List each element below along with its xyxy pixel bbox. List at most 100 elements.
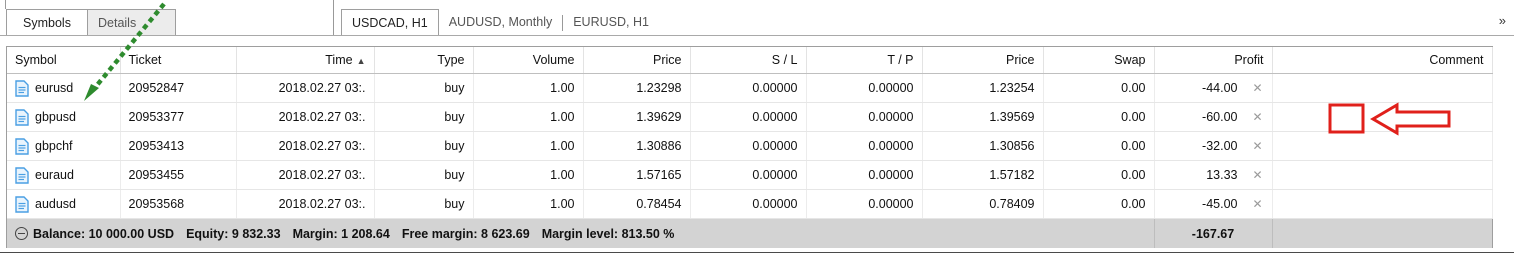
row-sl: 0.00000 — [690, 73, 807, 103]
row-swap: 0.00 — [1043, 160, 1155, 190]
profit-value: -44.00 — [1202, 81, 1238, 95]
profit-value: -32.00 — [1202, 139, 1238, 153]
close-position-icon[interactable]: ✕ — [1252, 81, 1264, 95]
row-type: buy — [374, 131, 474, 161]
panel-tabs: Symbols Details — [6, 9, 176, 36]
col-sl[interactable]: S / L — [690, 47, 807, 74]
row-swap: 0.00 — [1043, 189, 1155, 219]
table-row[interactable]: euraud 20953455 2018.02.27 03:. buy 1.00 1.57… — [7, 160, 1493, 190]
row-profit: -60.00 ✕ — [1154, 102, 1273, 132]
tab-chart-audusd[interactable]: AUDUSD, Monthly — [439, 9, 563, 35]
col-volume[interactable]: Volume — [473, 47, 584, 74]
tab-chart-usdcad[interactable]: USDCAD, H1 — [341, 9, 439, 35]
row-sl: 0.00000 — [690, 131, 807, 161]
row-price-current: 1.39569 — [922, 102, 1044, 132]
row-symbol[interactable]: euraud — [7, 160, 121, 190]
tab-symbols[interactable]: Symbols — [6, 9, 88, 35]
row-swap: 0.00 — [1043, 131, 1155, 161]
row-symbol[interactable]: audusd — [7, 189, 121, 219]
total-profit: -167.67 — [1153, 218, 1273, 248]
col-comment[interactable]: Comment — [1272, 47, 1493, 74]
col-type[interactable]: Type — [374, 47, 474, 74]
close-position-icon[interactable]: ✕ — [1252, 139, 1264, 153]
sort-asc-icon: ▲ — [356, 56, 366, 66]
row-price: 1.39629 — [583, 102, 691, 132]
row-type: buy — [374, 160, 474, 190]
divider — [333, 0, 334, 36]
summary-text: Balance: 10 000.00 USD Equity: 9 832.33 Ma… — [7, 218, 1154, 248]
row-comment — [1272, 102, 1493, 132]
summary-row: Balance: 10 000.00 USD Equity: 9 832.33 Ma… — [7, 218, 1492, 248]
free-margin-value: Free margin: 8 623.69 — [401, 226, 530, 241]
row-price-current: 0.78409 — [922, 189, 1044, 219]
close-position-icon[interactable]: ✕ — [1252, 168, 1264, 182]
row-symbol[interactable]: gbpusd — [7, 102, 121, 132]
row-tp: 0.00000 — [806, 131, 923, 161]
row-volume: 1.00 — [473, 131, 584, 161]
profit-value: 13.33 — [1206, 168, 1238, 182]
row-comment — [1272, 131, 1493, 161]
col-price[interactable]: Price — [583, 47, 691, 74]
row-profit: -44.00 ✕ — [1154, 73, 1273, 103]
row-price-current: 1.30856 — [922, 131, 1044, 161]
tab-details[interactable]: Details — [88, 9, 176, 35]
row-time: 2018.02.27 03:. — [236, 189, 375, 219]
row-sl: 0.00000 — [690, 102, 807, 132]
symbol-label: euraud — [35, 168, 74, 182]
row-ticket: 20953413 — [120, 131, 237, 161]
chart-tabs: USDCAD, H1 AUDUSD, Monthly EURUSD, H1 — [341, 9, 659, 36]
col-tp[interactable]: T / P — [806, 47, 923, 74]
row-volume: 1.00 — [473, 102, 584, 132]
row-volume: 1.00 — [473, 160, 584, 190]
trade-table: Symbol Ticket Time ▲ Type Volume Price S … — [7, 47, 1493, 248]
row-price: 1.30886 — [583, 131, 691, 161]
divider — [0, 252, 1514, 253]
row-price-current: 1.23254 — [922, 73, 1044, 103]
row-type: buy — [374, 102, 474, 132]
row-profit: -32.00 ✕ — [1154, 131, 1273, 161]
tab-chart-eurusd[interactable]: EURUSD, H1 — [563, 9, 659, 35]
table-row[interactable]: gbpchf 20953413 2018.02.27 03:. buy 1.00 1.30… — [7, 131, 1493, 161]
row-ticket: 20952847 — [120, 73, 237, 103]
col-symbol[interactable]: Symbol — [7, 47, 121, 74]
document-icon — [15, 79, 29, 97]
row-price: 1.23298 — [583, 73, 691, 103]
collapse-icon[interactable] — [15, 226, 28, 240]
col-price-current[interactable]: Price — [922, 47, 1044, 74]
col-swap[interactable]: Swap — [1043, 47, 1155, 74]
row-symbol[interactable]: gbpchf — [7, 131, 121, 161]
col-time-label: Time — [325, 53, 353, 67]
divider — [0, 35, 1514, 36]
col-time[interactable]: Time ▲ — [236, 47, 375, 74]
trade-panel: Symbol Ticket Time ▲ Type Volume Price S … — [6, 46, 1493, 248]
row-price: 0.78454 — [583, 189, 691, 219]
table-row[interactable]: eurusd 20952847 2018.02.27 03:. buy 1.00 1.23… — [7, 73, 1493, 103]
divider — [5, 0, 6, 9]
profit-value: -45.00 — [1202, 197, 1238, 211]
col-ticket[interactable]: Ticket — [120, 47, 237, 74]
row-tp: 0.00000 — [806, 160, 923, 190]
row-tp: 0.00000 — [806, 189, 923, 219]
row-profit: 13.33 ✕ — [1154, 160, 1273, 190]
row-symbol[interactable]: eurusd — [7, 73, 121, 103]
row-swap: 0.00 — [1043, 102, 1155, 132]
more-tabs-button[interactable]: » — [1499, 13, 1506, 28]
document-icon — [15, 137, 29, 155]
document-icon — [15, 195, 29, 213]
profit-value: -60.00 — [1202, 110, 1238, 124]
row-comment — [1272, 160, 1493, 190]
document-icon — [15, 108, 29, 126]
row-ticket: 20953455 — [120, 160, 237, 190]
row-sl: 0.00000 — [690, 189, 807, 219]
table-row[interactable]: gbpusd 20953377 2018.02.27 03:. buy 1.00 1.39… — [7, 102, 1493, 132]
close-position-icon[interactable]: ✕ — [1252, 197, 1264, 211]
table-row[interactable]: audusd 20953568 2018.02.27 03:. buy 1.00 0.78… — [7, 189, 1493, 219]
symbol-label: gbpchf — [35, 139, 73, 153]
close-position-icon[interactable]: ✕ — [1252, 110, 1264, 124]
row-tp: 0.00000 — [806, 102, 923, 132]
row-time: 2018.02.27 03:. — [236, 131, 375, 161]
row-sl: 0.00000 — [690, 160, 807, 190]
symbol-label: eurusd — [35, 81, 74, 95]
col-profit[interactable]: Profit — [1154, 47, 1273, 74]
row-ticket: 20953568 — [120, 189, 237, 219]
